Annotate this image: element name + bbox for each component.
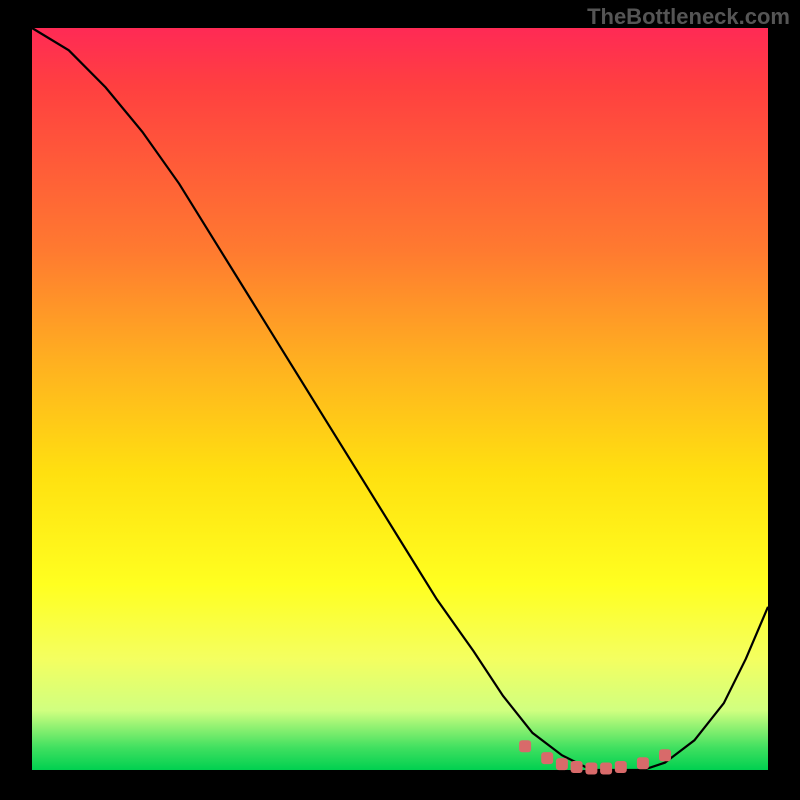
marker-point [519,740,531,752]
plot-area [32,28,768,770]
bottleneck-curve [32,28,768,770]
marker-point [600,763,612,775]
marker-point [541,752,553,764]
chart-svg [32,28,768,770]
marker-point [615,761,627,773]
marker-point [659,749,671,761]
marker-point [637,757,649,769]
marker-point [585,763,597,775]
marker-point [556,758,568,770]
marker-point [571,761,583,773]
watermark-text: TheBottleneck.com [587,4,790,30]
